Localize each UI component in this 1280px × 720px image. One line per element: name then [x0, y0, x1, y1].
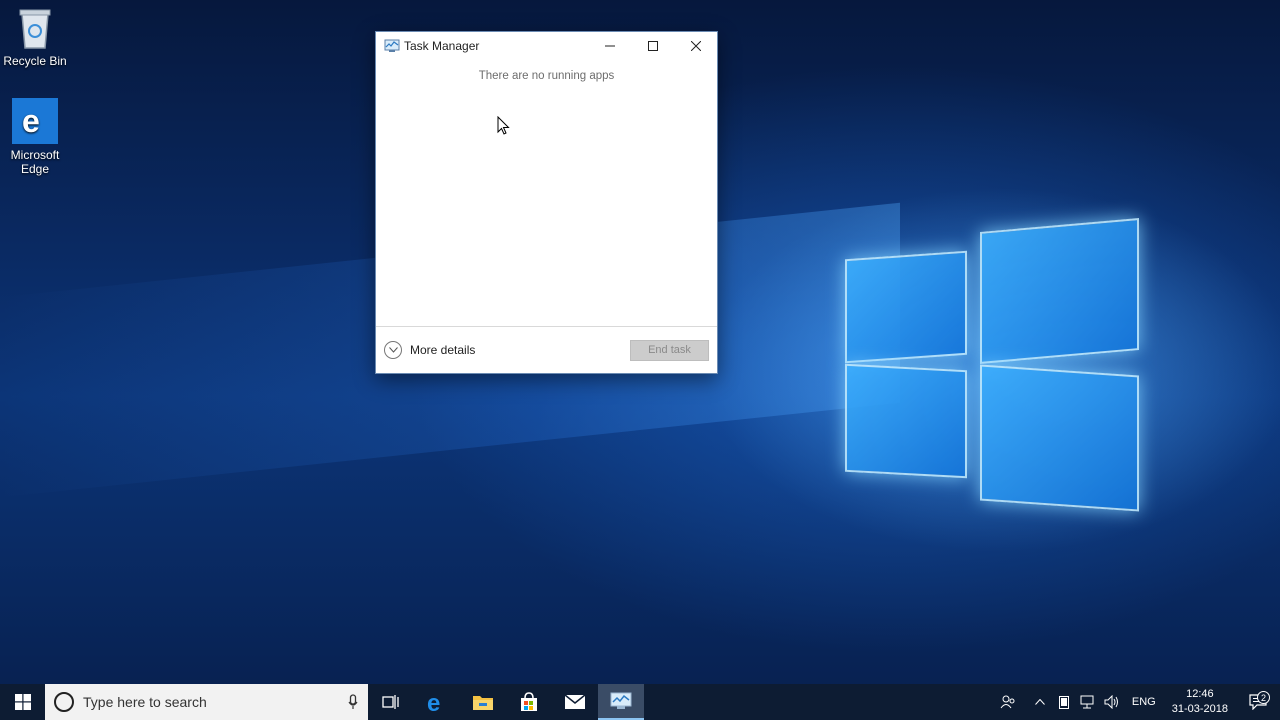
input-language-indicator[interactable]: ENG	[1124, 696, 1164, 708]
app-list[interactable]: There are no running apps	[376, 60, 717, 327]
desktop-icon-label: Microsoft Edge	[10, 148, 60, 176]
file-explorer-icon	[473, 696, 493, 710]
task-view-icon	[382, 695, 399, 709]
notification-count-badge: 2	[1257, 691, 1270, 704]
empty-message: There are no running apps	[478, 70, 615, 82]
desktop-icon-label: Recycle Bin	[3, 54, 67, 68]
action-center-button[interactable]: 2	[1236, 691, 1280, 710]
search-placeholder: Type here to search	[83, 694, 207, 710]
maximize-button[interactable]	[631, 32, 674, 60]
windows-wallpaper-logo	[840, 215, 1140, 515]
more-details-link[interactable]: More details	[410, 343, 475, 357]
svg-text:e: e	[22, 104, 40, 138]
system-tray: ENG 12:46 31-03-2018 2	[996, 684, 1280, 720]
mouse-cursor-icon	[497, 115, 510, 140]
chevron-up-icon[interactable]	[1028, 684, 1052, 720]
people-icon[interactable]	[996, 684, 1020, 720]
taskbar: Type here to search e ENG 12:46 31-03-20…	[0, 684, 1280, 720]
start-button[interactable]	[0, 684, 45, 720]
window-title: Task Manager	[404, 39, 480, 53]
clock[interactable]: 12:46 31-03-2018	[1164, 687, 1236, 717]
task-manager-window: Task Manager There are no running apps M…	[375, 31, 718, 374]
taskbar-mail-button[interactable]	[552, 684, 598, 720]
microphone-icon[interactable]	[338, 694, 368, 710]
task-manager-icon	[610, 692, 632, 709]
clock-date: 31-03-2018	[1171, 703, 1228, 715]
network-icon[interactable]	[1076, 684, 1100, 720]
desktop-icon-recycle-bin[interactable]: Recycle Bin	[0, 6, 70, 68]
edge-icon: e	[427, 691, 440, 713]
more-details-toggle[interactable]	[384, 341, 402, 359]
close-button[interactable]	[674, 32, 717, 60]
tablet-icon[interactable]	[1052, 684, 1076, 720]
store-icon	[521, 692, 537, 711]
cortana-icon	[54, 692, 74, 712]
footer: More details End task	[376, 327, 717, 373]
svg-text:e: e	[427, 691, 440, 713]
taskbar-task-manager-button[interactable]	[598, 684, 644, 720]
windows-start-icon	[14, 694, 31, 710]
maximize-icon	[647, 41, 658, 51]
end-task-button[interactable]: End task	[630, 339, 709, 361]
recycle-bin-icon	[13, 6, 57, 50]
clock-time: 12:46	[1186, 688, 1214, 700]
search-box[interactable]: Type here to search	[45, 684, 368, 720]
desktop-icon-microsoft-edge[interactable]: e Microsoft Edge	[0, 98, 70, 176]
taskbar-file-explorer-button[interactable]	[460, 684, 506, 720]
minimize-icon	[604, 45, 615, 47]
edge-icon: e	[12, 98, 58, 144]
task-manager-icon	[384, 39, 400, 53]
taskbar-store-button[interactable]	[506, 684, 552, 720]
title-bar[interactable]: Task Manager	[376, 32, 717, 60]
minimize-button[interactable]	[588, 32, 631, 60]
close-icon	[690, 41, 701, 51]
taskbar-edge-button[interactable]: e	[414, 684, 460, 720]
volume-icon[interactable]	[1100, 684, 1124, 720]
chevron-down-icon	[388, 347, 398, 353]
task-view-button[interactable]	[368, 684, 414, 720]
mail-icon	[564, 694, 586, 709]
